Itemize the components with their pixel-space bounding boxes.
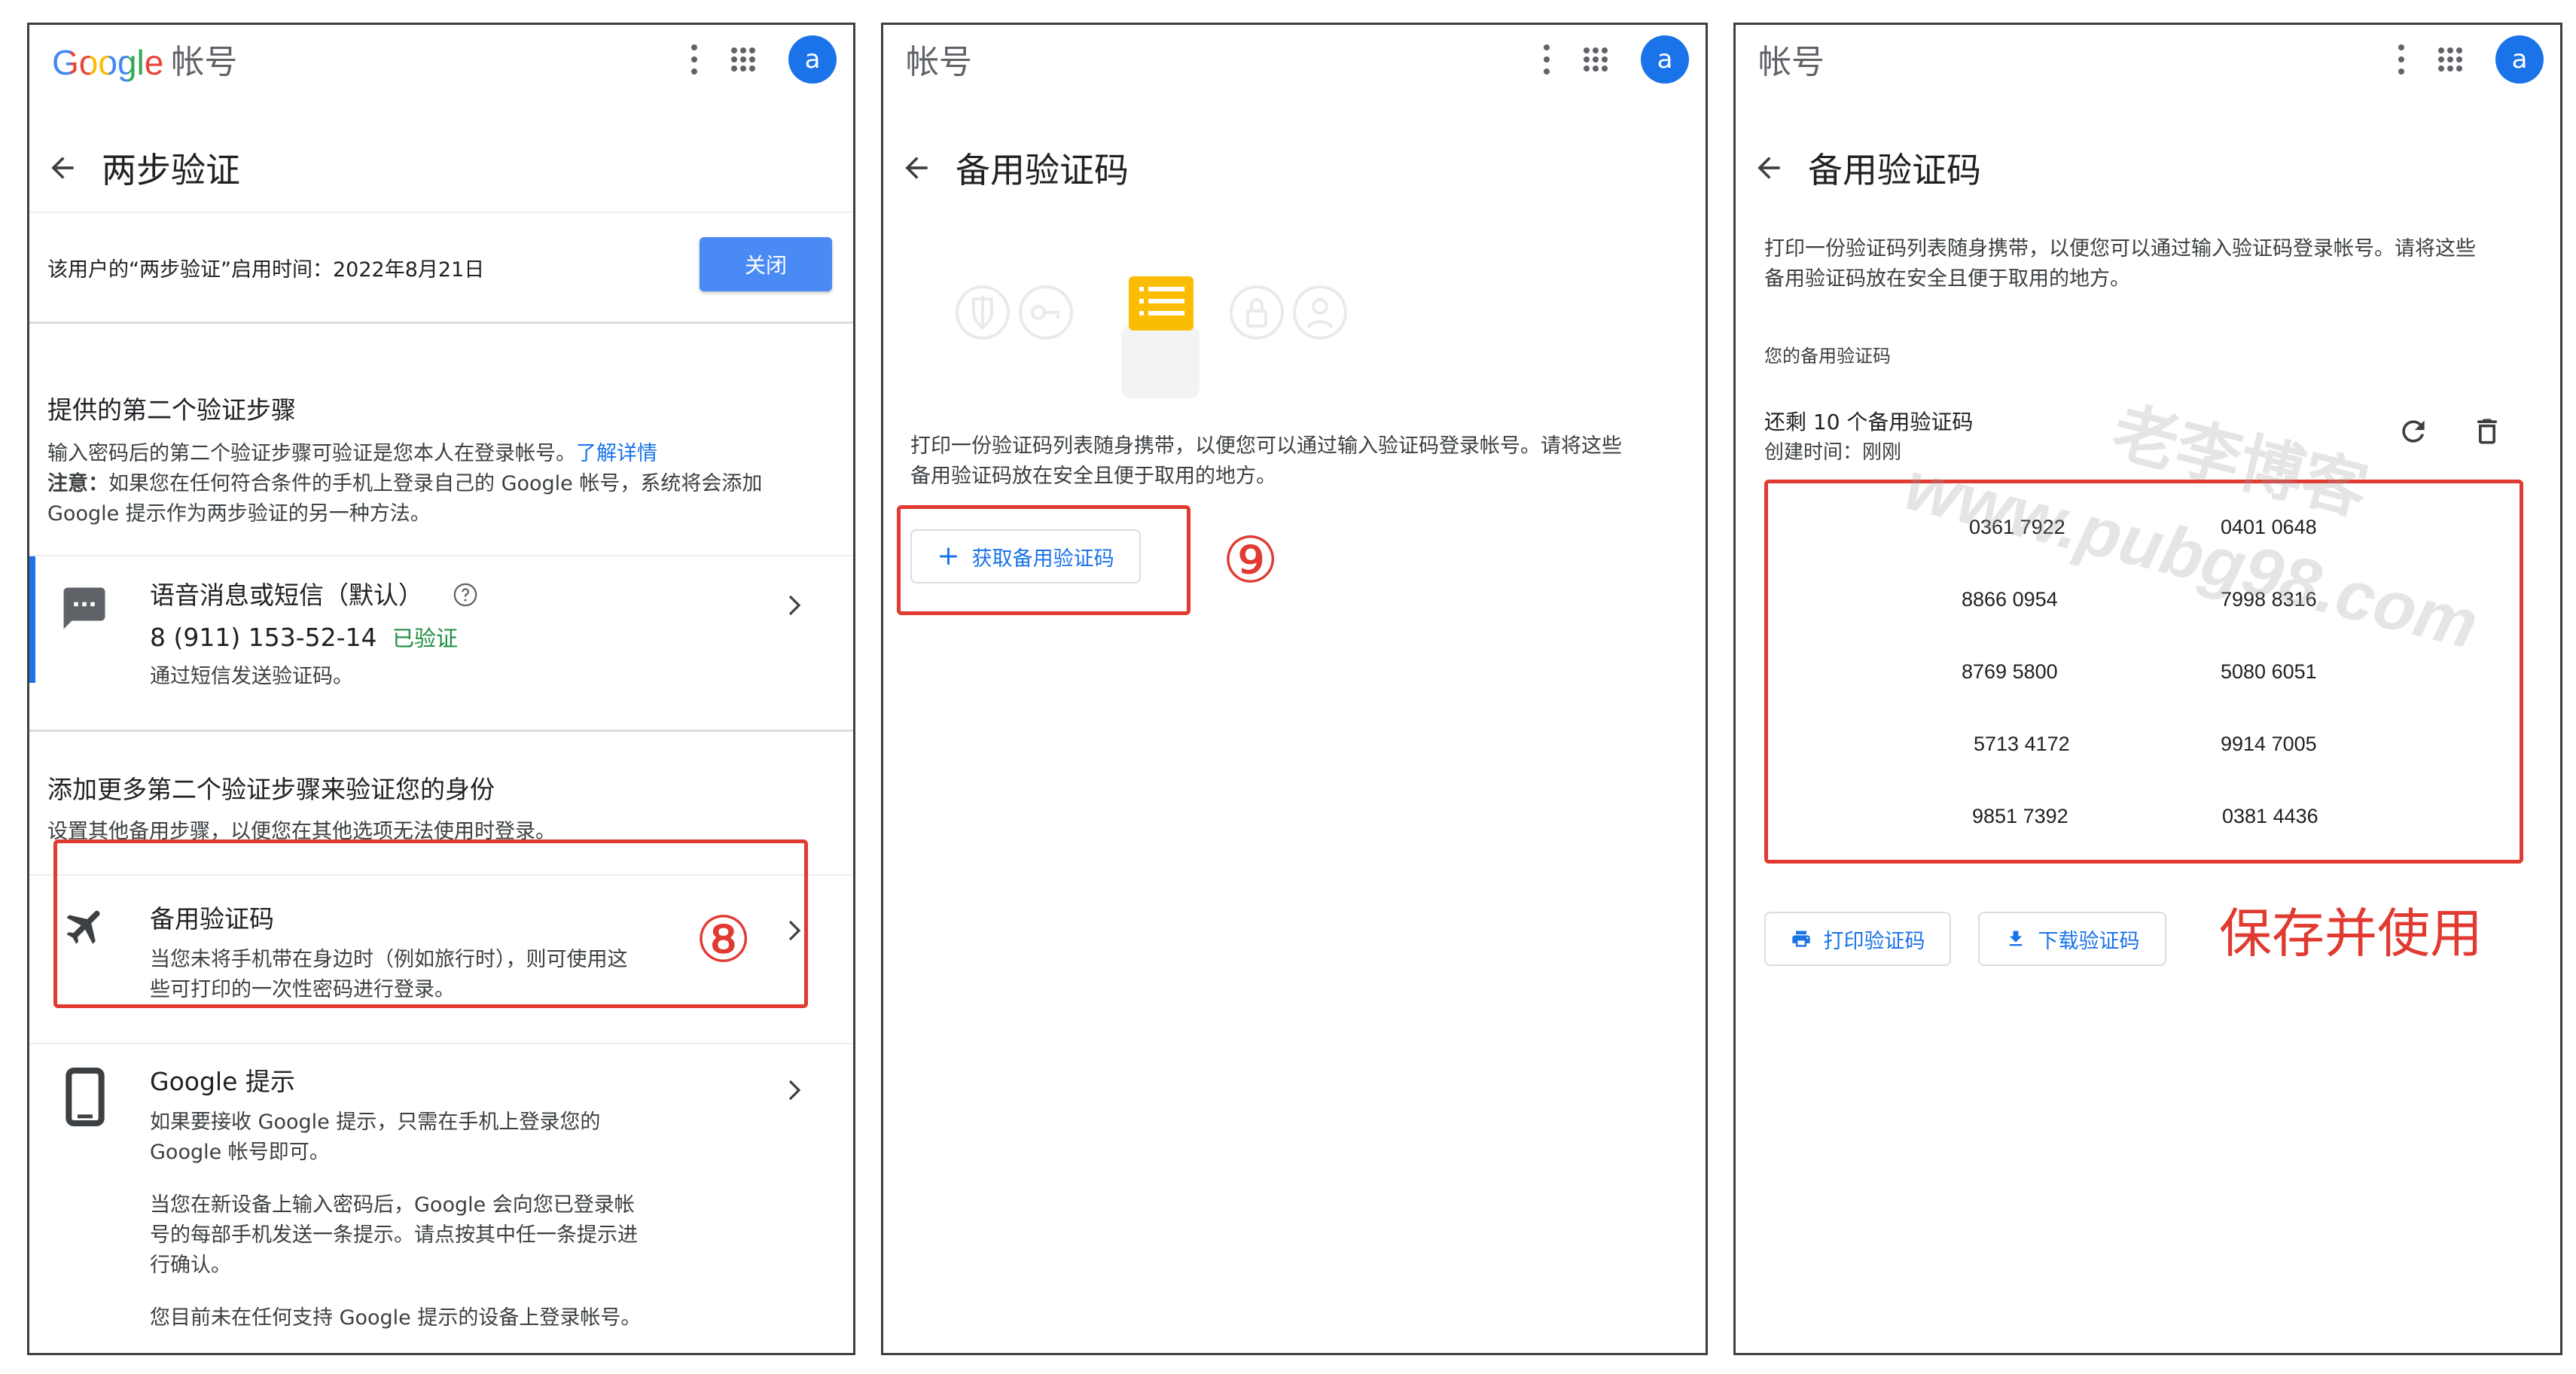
remaining-codes-count: 还剩 10 个备用验证码: [1764, 410, 1974, 434]
verified-badge: 已验证: [392, 626, 459, 651]
backup-code: 0361 7922: [1969, 516, 2065, 538]
second-step-description: 输入密码后的第二个验证步骤可验证是您本人在登录帐号。了解详情: [47, 442, 657, 465]
created-time: 创建时间：刚刚: [1764, 441, 1902, 464]
apps-grid-icon[interactable]: [2438, 47, 2462, 72]
message-icon: [63, 587, 105, 629]
download-icon: [2009, 931, 2022, 946]
refresh-icon[interactable]: [2397, 415, 2430, 448]
more-options-icon[interactable]: [690, 44, 698, 75]
help-icon[interactable]: [453, 582, 478, 608]
sms-option[interactable]: 语音消息或短信（默认） 8 (911) 153-52-14 已验证 通过短信发送…: [29, 556, 853, 730]
backup-code: 9851 7392: [1972, 805, 2068, 827]
more-options-icon[interactable]: [1543, 44, 1550, 75]
save-and-use-annotation: 保存并使用: [2219, 903, 2483, 964]
note-line-2: Google 提示作为两步验证的另一种方法。: [47, 502, 431, 526]
add-more-heading: 添加更多第二个验证步骤来验证您的身份: [47, 775, 495, 804]
download-codes-button[interactable]: 下载验证码: [1978, 912, 2166, 966]
backup-code: 8769 5800: [1962, 660, 2058, 683]
google-prompt-desc-4: 号的每部手机发送一条提示。请点按其中任一条提示进: [150, 1223, 638, 1247]
more-options-icon[interactable]: [2398, 44, 2405, 75]
turn-off-button[interactable]: 关闭: [700, 237, 832, 291]
google-prompt-desc-1: 如果要接收 Google 提示，只需在手机上登录您的: [150, 1110, 601, 1134]
sms-description: 通过短信发送验证码。: [150, 665, 353, 688]
codes-section-label: 您的备用验证码: [1764, 346, 1891, 367]
apps-grid-icon[interactable]: [1584, 47, 1608, 72]
backup-code: 9914 7005: [2221, 733, 2317, 755]
print-codes-button[interactable]: 打印验证码: [1764, 912, 1951, 966]
account-label: 帐号: [906, 43, 972, 81]
top-app-bar: Google 帐号 a: [29, 25, 853, 105]
step-9-marker: ⑨: [1222, 523, 1279, 597]
second-step-heading: 提供的第二个验证步骤: [47, 395, 296, 425]
enabled-date-text: 该用户的“两步验证”启用时间：2022年8月21日: [47, 258, 485, 282]
two-step-verification-panel: Google 帐号 a 两步验证 该用户的“两步验证”启用时间：2022年8月2…: [27, 23, 855, 1355]
step-8-marker: ⑧: [695, 903, 752, 976]
brand: Google 帐号: [52, 40, 237, 85]
intro-description-2: 备用验证码放在安全且便于取用的地方。: [910, 465, 1276, 488]
backup-code: 0381 4436: [2222, 805, 2318, 827]
top-app-bar: 帐号 a: [1736, 25, 2560, 105]
list-description-2: 备用验证码放在安全且便于取用的地方。: [1764, 267, 2130, 291]
google-prompt-desc-2: Google 帐号即可。: [150, 1141, 330, 1164]
brand: 帐号: [906, 40, 972, 85]
avatar[interactable]: a: [2495, 35, 2544, 84]
sms-phone-number: 8 (911) 153-52-14 已验证: [150, 623, 459, 652]
backup-code: 5713 4172: [1974, 733, 2070, 755]
note-line-1: 注意：如果您在任何符合条件的手机上登录自己的 Google 帐号，系统将会添加: [47, 472, 763, 495]
backup-code: 5080 6051: [2221, 660, 2317, 683]
backup-codes-intro-panel: 帐号 a 备用验证码 打印一份验证码列表随身携带，以便您可以通过输入验证码登录帐…: [881, 23, 1708, 1355]
google-prompt-title: Google 提示: [150, 1067, 295, 1096]
printer-icon: [1791, 931, 1810, 947]
backup-code: 8866 0954: [1962, 588, 2058, 611]
codes-highlight-box: [1764, 480, 2523, 864]
google-logo: Google: [52, 40, 163, 85]
brand: 帐号: [1758, 40, 1825, 85]
google-prompt-desc-5: 行确认。: [150, 1254, 231, 1277]
learn-more-link[interactable]: 了解详情: [576, 442, 657, 465]
intro-description-1: 打印一份验证码列表随身携带，以便您可以通过输入验证码登录帐号。请将这些: [910, 434, 1622, 458]
backup-codes-illustration: [956, 276, 1347, 398]
google-prompt-option[interactable]: Google 提示 如果要接收 Google 提示，只需在手机上登录您的 Goo…: [29, 1044, 853, 1353]
apps-grid-icon[interactable]: [731, 47, 755, 72]
google-prompt-desc-6: 您目前未在任何支持 Google 提示的设备上登录帐号。: [150, 1306, 642, 1330]
annotation-highlight-box: [897, 505, 1190, 615]
back-arrow-icon[interactable]: [1752, 151, 1785, 184]
backup-codes-list-panel: 帐号 a 备用验证码 打印一份验证码列表随身携带，以便您可以通过输入验证码登录帐…: [1733, 23, 2562, 1355]
avatar[interactable]: a: [788, 35, 837, 84]
list-description-1: 打印一份验证码列表随身携带，以便您可以通过输入验证码登录帐号。请将这些: [1764, 237, 2476, 260]
page-title: 备用验证码: [1808, 150, 1981, 190]
back-arrow-icon[interactable]: [900, 151, 933, 184]
chevron-right-icon[interactable]: [785, 1079, 803, 1101]
backup-code: 0401 0648: [2221, 516, 2317, 538]
back-arrow-icon[interactable]: [46, 151, 79, 184]
google-prompt-desc-3: 当您在新设备上输入密码后，Google 会向您已登录帐: [150, 1193, 635, 1217]
account-label: 帐号: [1758, 43, 1825, 81]
selected-indicator: [29, 556, 35, 683]
delete-icon[interactable]: [2471, 415, 2504, 448]
page-title: 两步验证: [102, 150, 240, 190]
phone-icon: [66, 1068, 105, 1126]
account-label: 帐号: [171, 43, 238, 81]
backup-code: 7998 8316: [2221, 588, 2317, 611]
top-app-bar: 帐号 a: [883, 25, 1706, 105]
page-title: 备用验证码: [956, 150, 1129, 190]
sms-option-title: 语音消息或短信（默认）: [150, 580, 423, 610]
avatar[interactable]: a: [1641, 35, 1689, 84]
chevron-right-icon[interactable]: [785, 594, 803, 617]
